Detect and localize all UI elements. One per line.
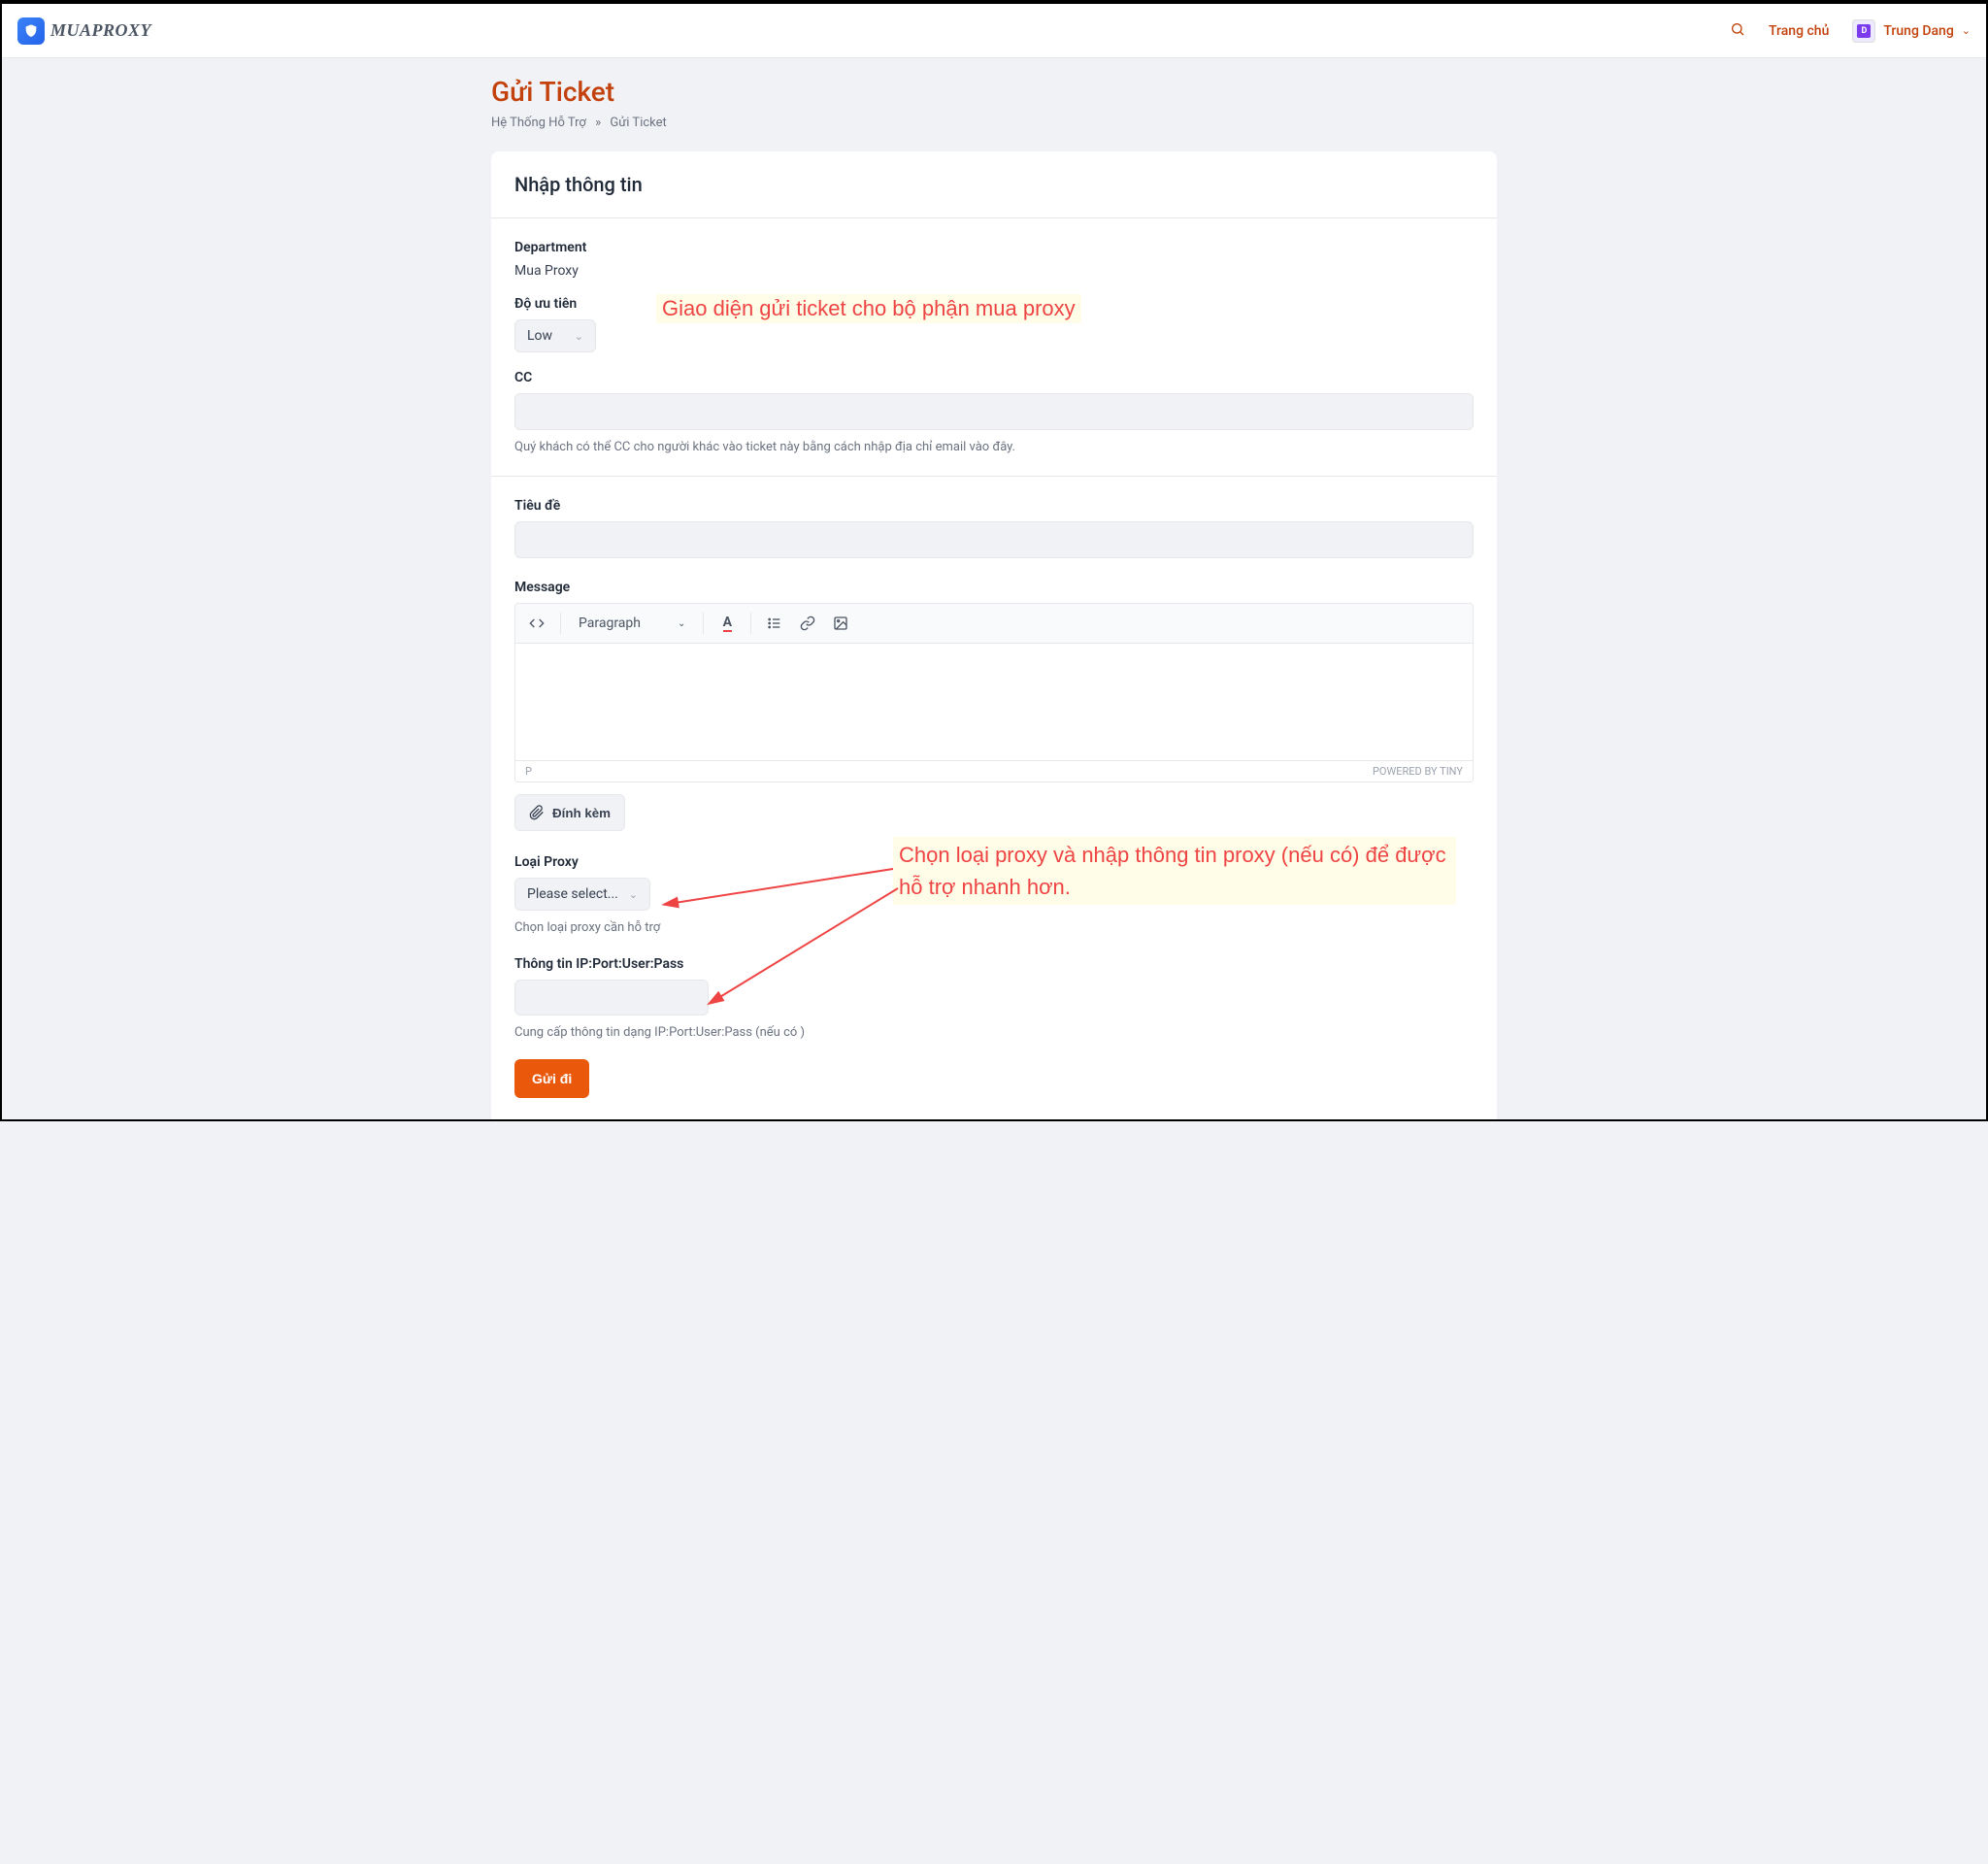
message-body[interactable] [515,644,1473,760]
card-header: Nhập thông tin [491,151,1497,218]
avatar: D [1852,19,1875,43]
editor-branding: POWERED BY TINY [1373,765,1463,778]
code-icon[interactable] [523,610,550,637]
bullet-list-icon[interactable] [761,610,788,637]
ticket-card: Nhập thông tin Department Mua Proxy Độ ư… [491,151,1497,1119]
nav-home[interactable]: Trang chủ [1769,23,1829,39]
cc-label: CC [514,370,1474,385]
image-icon[interactable] [827,610,854,637]
proxy-info-label: Thông tin IP:Port:User:Pass [514,956,1474,972]
cc-help: Quý khách có thể CC cho người khác vào t… [514,440,1474,454]
proxy-type-help: Chọn loại proxy cần hỗ trợ [514,920,1474,935]
chevron-down-icon: ⌄ [575,330,583,343]
link-icon[interactable] [794,610,821,637]
editor-path: P [525,765,532,778]
search-icon[interactable] [1730,21,1745,41]
submit-button[interactable]: Gửi đi [514,1059,589,1098]
proxy-info-help: Cung cấp thông tin dạng IP:Port:User:Pas… [514,1025,1474,1040]
cc-input[interactable] [514,393,1474,430]
chevron-down-icon: ⌄ [1962,24,1971,37]
priority-select[interactable]: Low ⌄ [514,319,596,352]
message-editor: Paragraph ⌄ A [514,603,1474,782]
breadcrumb-root[interactable]: Hệ Thống Hỗ Trợ [491,116,586,130]
proxy-type-select[interactable]: Please select... ⌄ [514,878,650,911]
proxy-info-input[interactable] [514,980,709,1015]
brand-text: MUAPROXY [50,20,151,40]
page-title: Gửi Ticket [491,76,1497,108]
annotation-2: Chọn loại proxy và nhập thông tin proxy … [893,837,1456,905]
user-menu[interactable]: D Trung Dang ⌄ [1852,19,1971,43]
breadcrumb-current: Gửi Ticket [610,116,666,130]
department-label: Department [514,240,1474,255]
breadcrumb: Hệ Thống Hỗ Trợ » Gửi Ticket [491,116,1497,130]
attach-button[interactable]: Đính kèm [514,794,625,831]
paperclip-icon [529,805,545,820]
chevron-down-icon: ⌄ [629,888,638,901]
chevron-down-icon: ⌄ [678,618,685,629]
arrow-icon [660,864,903,922]
brand-logo[interactable]: MUAPROXY [17,17,151,45]
user-name: Trung Dang [1883,23,1953,39]
annotation-1: Giao diện gửi ticket cho bộ phận mua pro… [656,294,1081,323]
department-value: Mua Proxy [514,263,1474,279]
shield-icon [17,17,45,45]
subject-label: Tiêu đề [514,498,1474,514]
format-select[interactable]: Paragraph ⌄ [571,612,693,635]
message-label: Message [514,580,1474,595]
subject-input[interactable] [514,521,1474,558]
topbar: MUAPROXY Trang chủ D Trung Dang ⌄ [2,4,1986,58]
top-nav: Trang chủ D Trung Dang ⌄ [1730,19,1971,43]
text-color-icon[interactable]: A [713,610,741,637]
